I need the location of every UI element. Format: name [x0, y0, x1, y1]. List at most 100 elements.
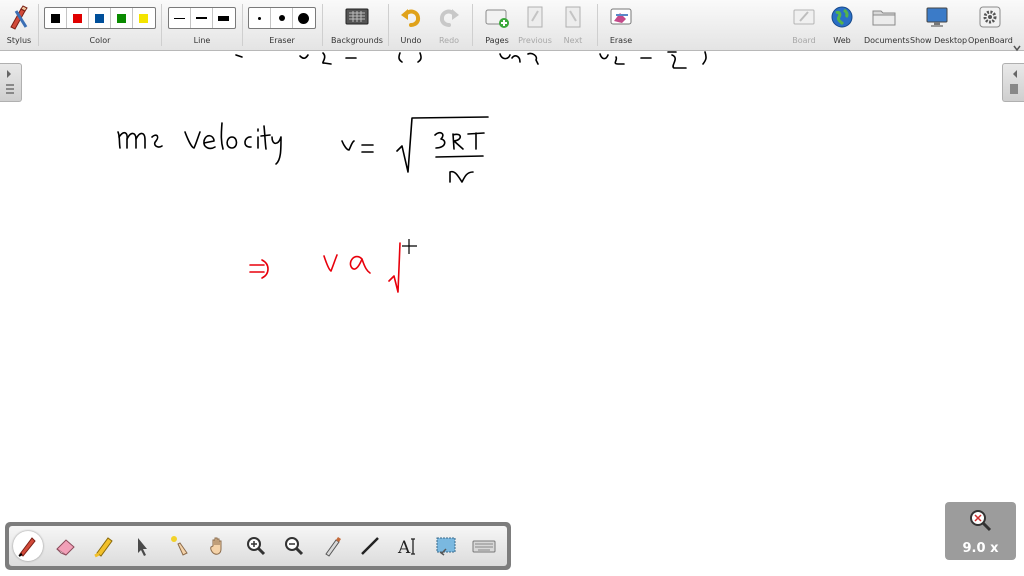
- toolbar-separator: [322, 4, 323, 46]
- tool-dock-panel: A: [9, 526, 507, 566]
- erase-button[interactable]: Erase: [604, 0, 638, 50]
- eraser-size-small[interactable]: [249, 8, 271, 28]
- line-label: Line: [193, 36, 211, 45]
- highlighter-tool-button[interactable]: [89, 531, 119, 561]
- backgrounds-button[interactable]: Backgrounds: [330, 0, 384, 50]
- show-desktop-button[interactable]: Show Desktop: [910, 0, 968, 50]
- keyboard-icon: [472, 540, 496, 553]
- web-label: Web: [833, 36, 851, 45]
- stylus-button[interactable]: Stylus: [0, 0, 38, 50]
- keyboard-tool-button[interactable]: [469, 531, 499, 561]
- eraser-group: Eraser: [248, 0, 316, 50]
- erase-board-icon: [610, 8, 632, 25]
- stylus-icon: [10, 5, 28, 30]
- web-button[interactable]: Web: [826, 0, 858, 50]
- undo-button[interactable]: Undo: [396, 0, 426, 50]
- color-swatch-yellow[interactable]: [133, 8, 154, 28]
- eraser-size-large[interactable]: [293, 8, 314, 28]
- toolbar-collapse-button[interactable]: [1012, 38, 1022, 52]
- zoom-in-tool-button[interactable]: [241, 531, 271, 561]
- cursor-arrow-icon: [138, 538, 147, 556]
- pages-button[interactable]: Pages: [480, 0, 514, 50]
- line-width-medium[interactable]: [191, 8, 213, 28]
- capture-tool-button[interactable]: [431, 531, 461, 561]
- redo-icon: [439, 9, 459, 27]
- toolbar-separator: [388, 4, 389, 46]
- color-label: Color: [89, 36, 111, 45]
- text-icon: A: [397, 538, 415, 558]
- line-width-thick[interactable]: [213, 8, 234, 28]
- toolbar-separator: [597, 4, 598, 46]
- board-label: Board: [792, 36, 816, 45]
- pen-tool-button[interactable]: [13, 531, 43, 561]
- line-width-selector: [168, 7, 236, 29]
- text-tool-button[interactable]: A: [393, 531, 423, 561]
- highlighter-icon: [94, 537, 113, 558]
- color-swatch-black[interactable]: [45, 8, 67, 28]
- show-desktop-label: Show Desktop: [910, 36, 968, 45]
- zoom-in-icon: [970, 510, 992, 532]
- folder-icon: [872, 10, 896, 26]
- openboard-button[interactable]: OpenBoard: [968, 0, 1013, 50]
- line-icon: [361, 537, 379, 555]
- toolbar-separator: [242, 4, 243, 46]
- toolbar-separator: [472, 4, 473, 46]
- stylus-label: Stylus: [6, 36, 32, 45]
- line-tool-button[interactable]: [355, 531, 385, 561]
- add-page-icon: [485, 9, 509, 28]
- toolbar-separator: [38, 4, 39, 46]
- zoom-out-tool-button[interactable]: [279, 531, 309, 561]
- eraser-size-selector: [248, 7, 316, 29]
- previous-page-icon: [527, 6, 543, 28]
- zoom-indicator[interactable]: 9.0 x: [945, 502, 1016, 560]
- monitor-icon: [926, 7, 948, 27]
- openboard-label: OpenBoard: [968, 36, 1013, 45]
- toolbar-separator: [161, 4, 162, 46]
- next-label: Next: [563, 36, 583, 45]
- hand-icon: [210, 537, 222, 555]
- previous-label: Previous: [518, 36, 552, 45]
- color-swatch-green[interactable]: [111, 8, 133, 28]
- main-toolbar: Stylus Color Line Eraser Backgrounds Und…: [0, 0, 1024, 52]
- color-swatch-red[interactable]: [67, 8, 89, 28]
- documents-button[interactable]: Documents: [864, 0, 910, 50]
- backgrounds-label: Backgrounds: [331, 36, 383, 45]
- zoom-level-text: 9.0 x: [962, 541, 999, 556]
- backgrounds-icon: [345, 8, 369, 25]
- zoom-in-icon: [247, 537, 266, 556]
- color-group: Color: [44, 0, 156, 50]
- line-group: Line: [168, 0, 236, 50]
- laser-pointer-icon: [171, 536, 188, 556]
- hand-tool-button[interactable]: [203, 531, 233, 561]
- pen-icon: [18, 537, 36, 557]
- pointer-pen-icon: [325, 537, 341, 557]
- zoom-out-icon: [285, 537, 304, 556]
- documents-label: Documents: [864, 36, 910, 45]
- undo-icon: [401, 9, 421, 27]
- laser-pointer-tool-button[interactable]: [165, 531, 195, 561]
- board-button[interactable]: Board: [788, 0, 820, 50]
- next-page-button[interactable]: Next: [556, 0, 590, 50]
- redo-label: Redo: [438, 36, 460, 45]
- pointer-pen-tool-button[interactable]: [317, 531, 347, 561]
- tool-dock: A: [5, 522, 511, 570]
- redo-button[interactable]: Redo: [434, 0, 464, 50]
- color-swatch-blue[interactable]: [89, 8, 111, 28]
- eraser-tool-button[interactable]: [51, 531, 81, 561]
- svg-text:A: A: [397, 538, 411, 558]
- previous-page-button[interactable]: Previous: [518, 0, 552, 50]
- color-palette: [44, 7, 156, 29]
- erase-label: Erase: [609, 36, 633, 45]
- capture-icon: [436, 537, 456, 556]
- gear-icon: [979, 6, 1001, 28]
- selector-tool-button[interactable]: [127, 531, 157, 561]
- next-page-icon: [565, 6, 581, 28]
- eraser-size-medium[interactable]: [271, 8, 293, 28]
- pages-label: Pages: [485, 36, 509, 45]
- eraser-icon: [56, 539, 75, 556]
- handwritten-notes: [117, 51, 707, 293]
- whiteboard-canvas[interactable]: [0, 51, 1024, 521]
- globe-icon: [831, 6, 853, 28]
- line-width-thin[interactable]: [169, 8, 191, 28]
- board-icon: [793, 9, 815, 25]
